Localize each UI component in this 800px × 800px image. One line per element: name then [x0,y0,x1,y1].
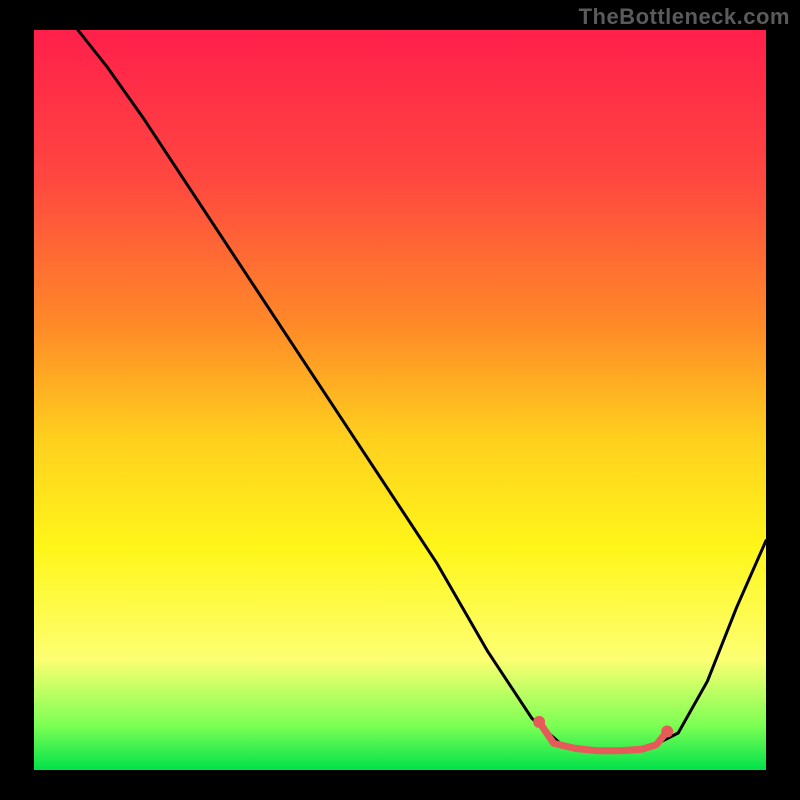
highlight-dot [533,716,545,728]
highlight-dot [661,726,673,738]
chart-container: TheBottleneck.com [0,0,800,800]
watermark-text: TheBottleneck.com [579,4,790,30]
chart-svg [0,0,800,800]
plot-area [34,30,766,770]
